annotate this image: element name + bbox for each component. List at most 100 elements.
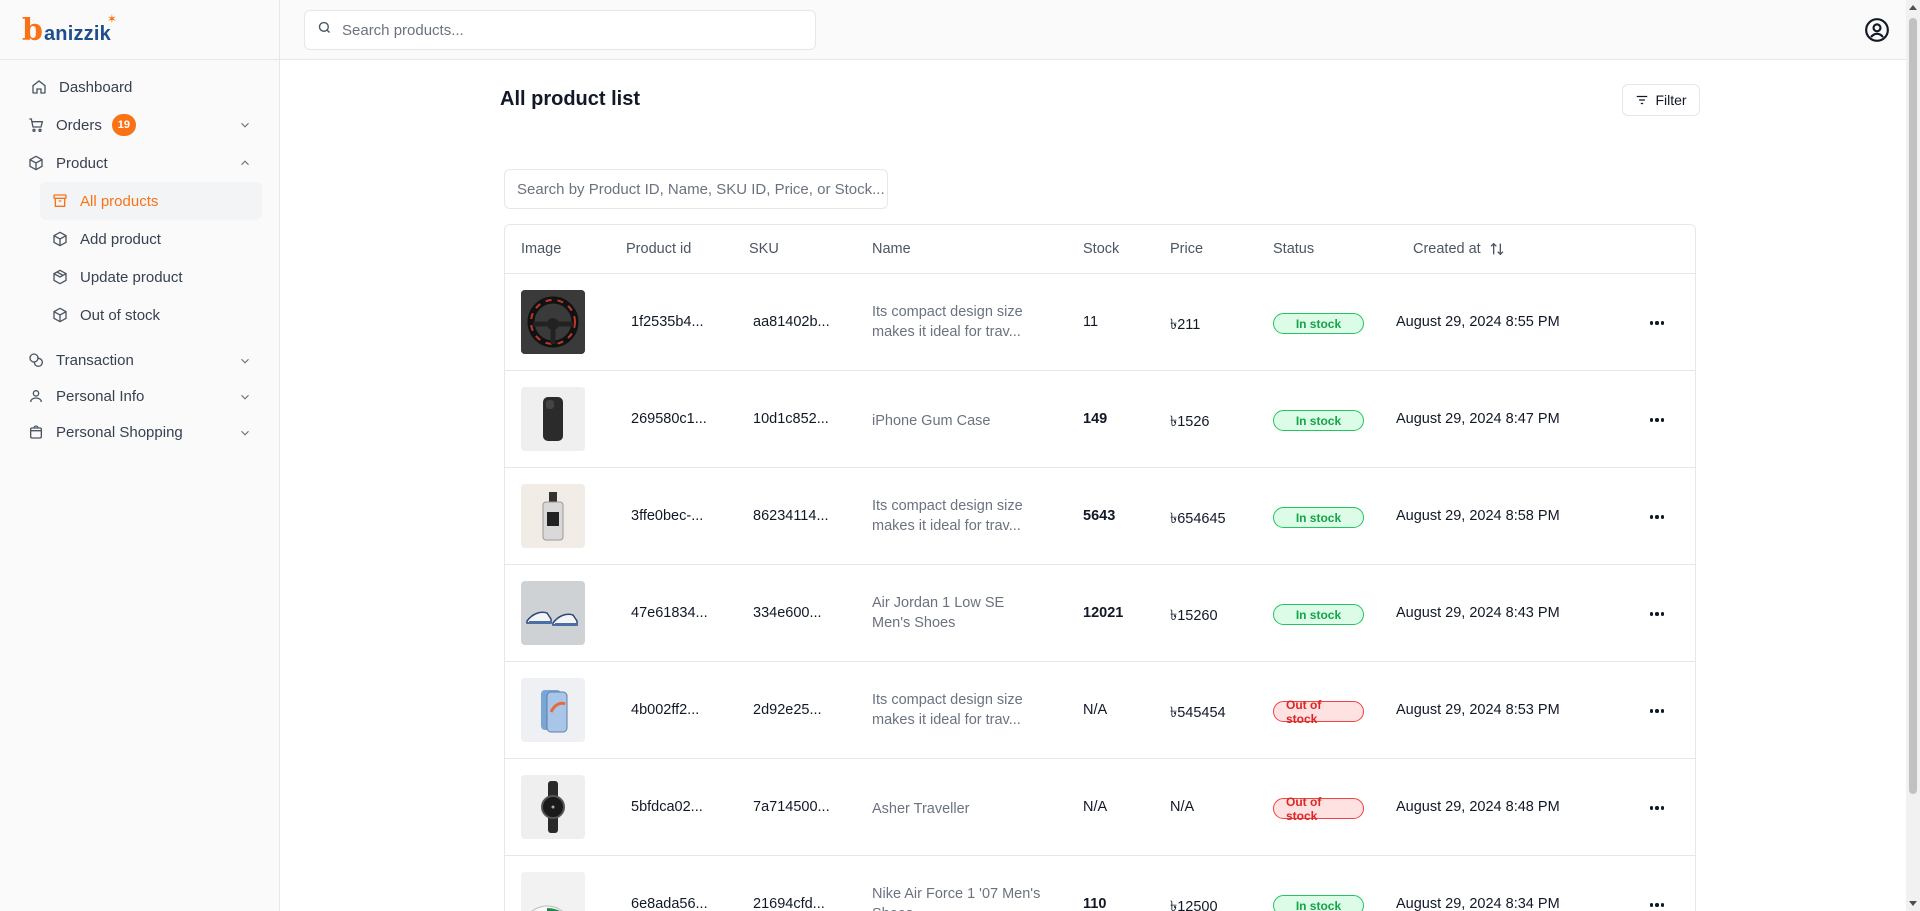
sidebar-item-label: Add product [80,230,161,248]
product-stock: N/A [1083,702,1108,718]
sidebar-item-label: Transaction [56,351,134,369]
sidebar-item-label: Out of stock [80,306,161,324]
table-row[interactable]: 4b002ff2... 2d92e25... Its compact desig… [505,662,1695,759]
table-row[interactable]: 269580c1... 10d1c852... iPhone Gum Case … [505,371,1695,468]
table-row[interactable]: 5bfdca02... 7a714500... Asher Traveller … [505,759,1695,856]
search-input[interactable] [342,21,782,39]
product-price: ৳15260 [1170,608,1218,624]
product-image[interactable] [521,678,585,742]
coins-icon [28,352,44,368]
product-stock: N/A [1083,799,1108,815]
more-actions-icon[interactable] [1645,702,1669,720]
product-sku: 2d92e25... [753,702,822,718]
product-id: 1f2535b4... [631,314,704,330]
product-stock: 149 [1083,411,1108,427]
brand-logo[interactable]: b anizzik ✶ [22,12,117,46]
product-stock: 5643 [1083,508,1116,524]
created-at: August 29, 2024 8:55 PM [1396,314,1560,330]
table-search-input[interactable] [504,169,888,209]
product-id: 269580c1... [631,411,707,427]
sidebar-item-orders[interactable]: Orders 19 [20,106,262,144]
product-name: Nike Air Force 1 '07 Men's Shoes [872,886,1041,911]
product-image[interactable] [521,872,585,911]
more-actions-icon[interactable] [1645,314,1669,332]
chevron-down-icon[interactable] [238,426,252,440]
home-icon [31,79,47,95]
sidebar-item-personal-shopping[interactable]: Personal Shopping [20,414,262,450]
shopping-bag-icon [28,424,44,440]
product-name: iPhone Gum Case [872,413,991,429]
product-id: 5bfdca02... [631,799,703,815]
table-row[interactable]: 47e61834... 334e600... Air Jordan 1 Low … [505,565,1695,662]
chevron-up-icon[interactable] [238,156,252,170]
product-table: Image Product id SKU Name Stock Price St… [504,224,1696,911]
filter-button-label: Filter [1655,92,1687,108]
sidebar-item-product[interactable]: Product [20,144,262,182]
sidebar-item-all-products[interactable]: All products [40,182,262,220]
global-search[interactable] [304,10,816,50]
product-name: Its compact design size makes it ideal f… [872,692,1023,728]
filter-button[interactable]: Filter [1622,84,1700,116]
table-row[interactable]: 1f2535b4... aa81402b... Its compact desi… [505,274,1695,371]
product-id: 47e61834... [631,605,708,621]
product-sku: 10d1c852... [753,411,829,427]
top-bar [280,0,1920,60]
status-badge: In stock [1273,895,1364,911]
table-header: Image Product id SKU Name Stock Price St… [505,225,1695,274]
product-name: Air Jordan 1 Low SE Men's Shoes [872,595,1005,631]
status-badge: In stock [1273,313,1364,334]
sidebar-item-out-of-stock[interactable]: Out of stock [40,296,262,334]
product-id: 6e8ada56... [631,896,708,911]
table-row[interactable]: 6e8ada56... 21694cfd... Nike Air Force 1… [505,856,1695,911]
column-header-product-id: Product id [626,241,692,257]
sidebar-item-personal-info[interactable]: Personal Info [20,378,262,414]
more-actions-icon[interactable] [1645,896,1669,911]
chevron-down-icon[interactable] [238,390,252,404]
scroll-up-arrow-icon[interactable] [1909,5,1917,10]
column-header-image: Image [521,241,562,257]
divider [0,59,280,60]
sidebar: b anizzik ✶ Dashboard Orders 19 Product [0,0,280,911]
sidebar-item-label: Personal Shopping [56,423,183,441]
product-sku: 334e600... [753,605,822,621]
scroll-down-arrow-icon[interactable] [1909,901,1917,906]
sidebar-item-add-product[interactable]: Add product [40,220,262,258]
status-badge: In stock [1273,604,1364,625]
sidebar-item-label: Product [56,154,108,172]
more-actions-icon[interactable] [1645,411,1669,429]
sidebar-item-label: Orders [56,116,102,134]
column-header-created-at[interactable]: Created at [1413,241,1505,257]
product-image[interactable] [521,290,585,354]
product-image[interactable] [521,387,585,451]
sidebar-item-update-product[interactable]: Update product [40,258,262,296]
chevron-down-icon[interactable] [238,118,252,132]
more-actions-icon[interactable] [1645,508,1669,526]
status-badge: In stock [1273,410,1364,431]
logo-spark-icon: ✶ [106,12,117,26]
product-sku: aa81402b... [753,314,830,330]
filter-icon [1637,95,1648,105]
more-actions-icon[interactable] [1645,799,1669,817]
column-header-created-at-label: Created at [1413,241,1481,257]
created-at: August 29, 2024 8:34 PM [1396,896,1560,911]
status-badge: Out of stock [1273,698,1364,726]
sidebar-nav: Dashboard Orders 19 Product All products… [20,68,262,450]
sidebar-item-transaction[interactable]: Transaction [20,342,262,378]
more-actions-icon[interactable] [1645,605,1669,623]
page-scrollbar[interactable] [1906,0,1920,911]
product-image[interactable] [521,581,585,645]
archive-icon [52,193,68,209]
user-avatar-icon[interactable] [1864,17,1890,43]
product-image[interactable] [521,484,585,548]
scrollbar-thumb[interactable] [1909,18,1917,794]
product-image[interactable] [521,775,585,839]
product-submenu: All products Add product Update product … [20,182,262,334]
sort-icon[interactable] [1489,241,1505,257]
table-row[interactable]: 3ffe0bec-... 86234114... Its compact des… [505,468,1695,565]
package-plus-icon [52,231,68,247]
sidebar-item-dashboard[interactable]: Dashboard [23,68,262,106]
column-header-name: Name [872,241,911,257]
product-stock: 110 [1083,896,1107,911]
chevron-down-icon[interactable] [238,354,252,368]
orders-count-badge: 19 [111,114,136,136]
